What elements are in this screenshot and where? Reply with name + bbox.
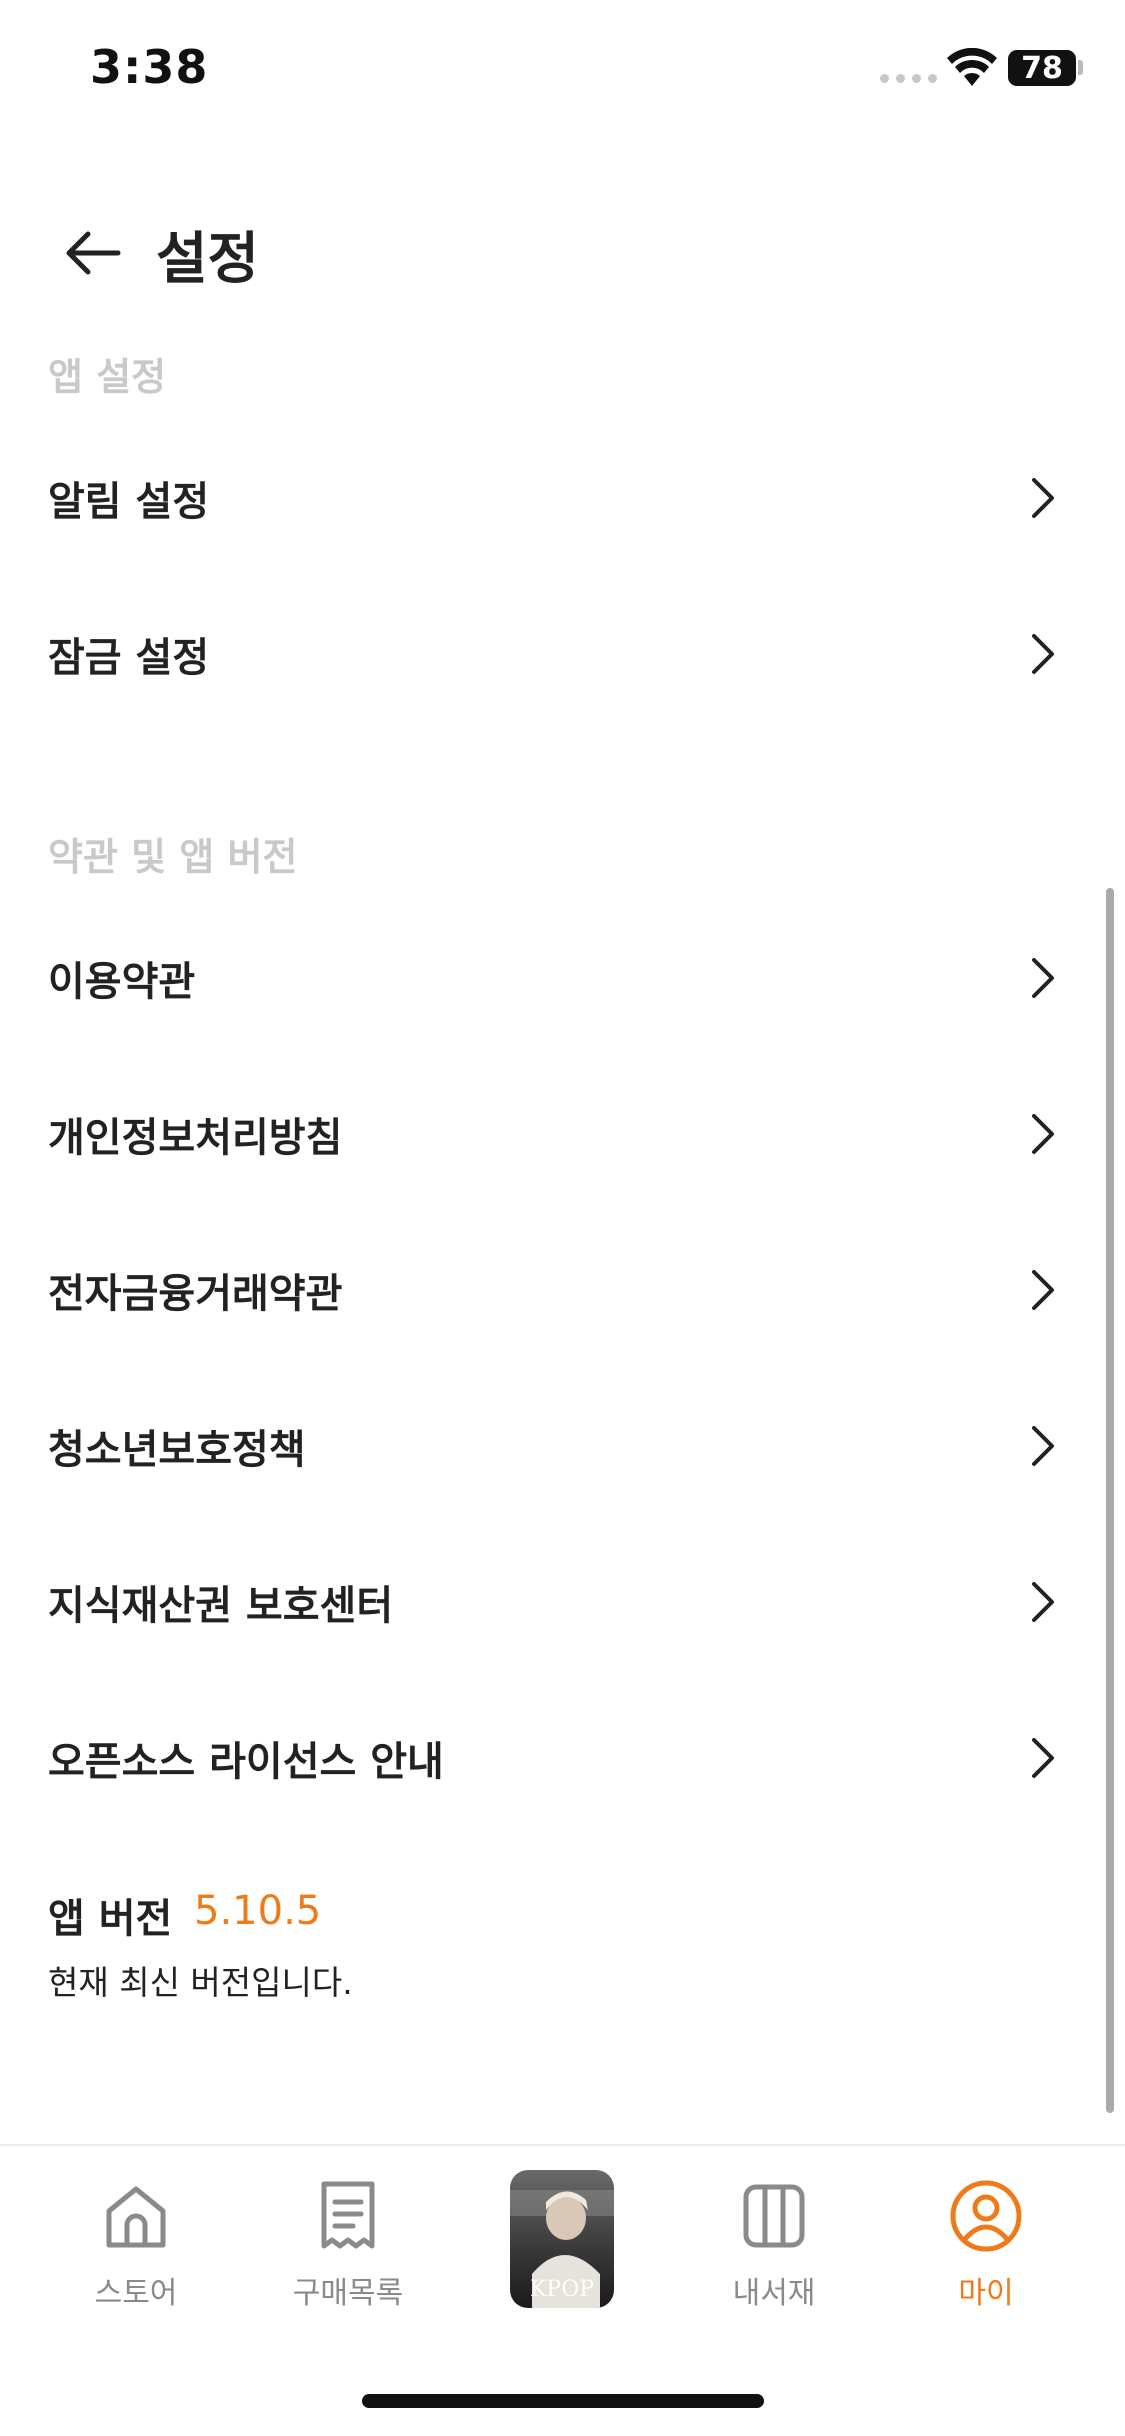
- tab-bar: 스토어 구매목록 KPOP 내서재 마이: [0, 2144, 1125, 2436]
- row-youth-protection-policy[interactable]: 청소년보호정책: [0, 1386, 1125, 1506]
- status-bar: 3:38 78: [0, 0, 1125, 140]
- chevron-right-icon: [1024, 1266, 1062, 1314]
- row-notification-settings[interactable]: 알림 설정: [0, 438, 1125, 558]
- chevron-right-icon: [1024, 954, 1062, 1002]
- row-terms-of-service[interactable]: 이용약관: [0, 918, 1125, 1038]
- row-open-source-licenses[interactable]: 오픈소스 라이선스 안내: [0, 1698, 1125, 1818]
- home-indicator[interactable]: [362, 2394, 764, 2408]
- book-cover-title: KPOP: [530, 2277, 594, 2302]
- profile-icon: [946, 2176, 1026, 2256]
- tab-label: 구매목록: [292, 2276, 404, 2311]
- tab-label: 마이: [958, 2276, 1014, 2311]
- tab-library[interactable]: 내서재: [694, 2176, 854, 2336]
- home-icon: [96, 2176, 176, 2256]
- tab-featured-book-cover[interactable]: KPOP: [510, 2170, 614, 2308]
- bookshelf-icon: [734, 2176, 814, 2256]
- section-label-app-settings: 앱 설정: [48, 355, 167, 399]
- row-label: 지식재산권 보호센터: [48, 1583, 394, 1629]
- wifi-icon: [947, 48, 997, 86]
- row-ip-protection-center[interactable]: 지식재산권 보호센터: [0, 1542, 1125, 1662]
- cellular-signal-icon: [880, 74, 937, 83]
- chevron-right-icon: [1024, 1734, 1062, 1782]
- scrollbar[interactable]: [1106, 888, 1114, 2113]
- row-label: 개인정보처리방침: [48, 1115, 343, 1161]
- tab-my[interactable]: 마이: [906, 2176, 1066, 2336]
- book-cover-thumbnail: KPOP: [510, 2170, 614, 2308]
- tab-label: 스토어: [94, 2276, 178, 2311]
- back-button[interactable]: [52, 218, 132, 288]
- row-label: 오픈소스 라이선스 안내: [48, 1739, 444, 1785]
- chevron-right-icon: [1024, 474, 1062, 522]
- chevron-right-icon: [1024, 1422, 1062, 1470]
- battery-level: 78: [1021, 50, 1063, 86]
- page-title: 설정: [156, 227, 260, 292]
- battery-icon: 78: [1008, 50, 1076, 86]
- tab-store[interactable]: 스토어: [56, 2176, 216, 2336]
- row-lock-settings[interactable]: 잠금 설정: [0, 594, 1125, 714]
- row-label: 이용약관: [48, 959, 196, 1005]
- receipt-icon: [308, 2176, 388, 2256]
- row-electronic-finance-terms[interactable]: 전자금융거래약관: [0, 1230, 1125, 1350]
- version-title: 앱 버전: [48, 1896, 173, 1942]
- version-description: 현재 최신 버전입니다.: [48, 1963, 353, 2002]
- tab-purchases[interactable]: 구매목록: [268, 2176, 428, 2336]
- header: 설정: [0, 200, 1125, 300]
- battery-cap: [1078, 60, 1083, 75]
- row-label: 알림 설정: [48, 479, 210, 525]
- section-label-terms: 약관 및 앱 버전: [48, 835, 298, 879]
- arrow-left-icon: [66, 231, 121, 275]
- row-label: 전자금융거래약관: [48, 1271, 343, 1317]
- chevron-right-icon: [1024, 1110, 1062, 1158]
- chevron-right-icon: [1024, 630, 1062, 678]
- status-time: 3:38: [90, 40, 209, 94]
- version-number: 5.10.5: [194, 1888, 322, 1934]
- row-label: 청소년보호정책: [48, 1427, 306, 1473]
- tab-label: 내서재: [732, 2276, 816, 2311]
- row-privacy-policy[interactable]: 개인정보처리방침: [0, 1074, 1125, 1194]
- chevron-right-icon: [1024, 1578, 1062, 1626]
- row-label: 잠금 설정: [48, 635, 210, 681]
